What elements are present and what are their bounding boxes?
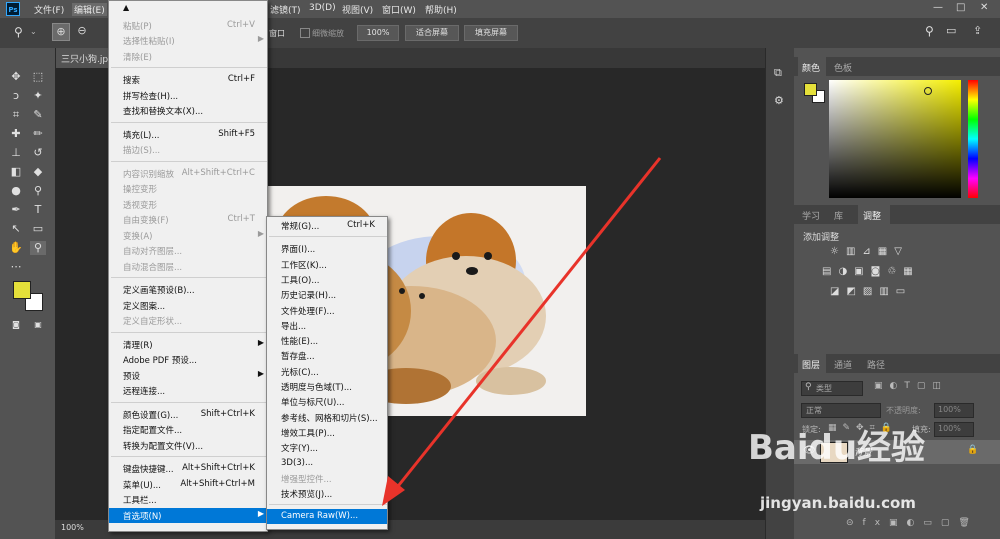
baidu-watermark: Baidu经验 — [748, 420, 925, 469]
watermark-brand: Baidu经验 — [748, 428, 926, 468]
watermark-url: jingyan.baidu.com — [760, 494, 916, 512]
